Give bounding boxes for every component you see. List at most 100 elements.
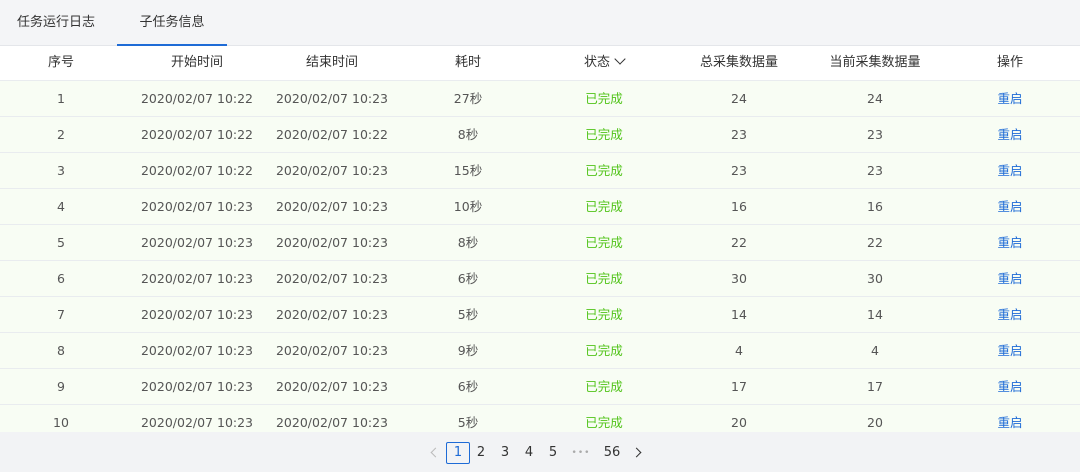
cell-duration: 8秒 — [457, 127, 479, 142]
header-duration: 耗时 — [454, 55, 481, 70]
cell-total-collected: 30 — [731, 271, 747, 286]
page-1[interactable]: 1 — [446, 442, 470, 464]
cell-total-collected: 14 — [731, 307, 747, 322]
cell-duration: 27秒 — [453, 91, 483, 106]
cell-start-time: 2020/02/07 10:22 — [140, 127, 254, 142]
page-last[interactable]: 56 — [599, 442, 625, 464]
restart-button[interactable]: 重启 — [970, 81, 1050, 116]
cell-current-collected: 14 — [867, 307, 883, 322]
cell-index: 9 — [57, 379, 65, 394]
cell-total-collected: 23 — [731, 163, 747, 178]
chevron-left-icon[interactable] — [430, 447, 441, 458]
restart-button[interactable]: 重启 — [970, 117, 1050, 152]
table-row: 2 2020/02/07 10:22 2020/02/07 10:22 8秒 已完成 23… — [0, 117, 1080, 153]
table-row: 5 2020/02/07 10:23 2020/02/07 10:23 8秒 已完成 22… — [0, 225, 1080, 261]
page-4[interactable]: 4 — [520, 442, 538, 464]
cell-status: 已完成 — [585, 307, 623, 322]
cell-index: 1 — [57, 91, 65, 106]
cell-duration: 15秒 — [453, 163, 483, 178]
page-2[interactable]: 2 — [472, 442, 490, 464]
cell-status: 已完成 — [585, 91, 623, 106]
table-row: 1 2020/02/07 10:22 2020/02/07 10:23 27秒 已完成 2… — [0, 81, 1080, 117]
cell-start-time: 2020/02/07 10:22 — [140, 91, 254, 106]
restart-button[interactable]: 重启 — [970, 369, 1050, 404]
pagination: 1 2 3 4 5 ••• 56 — [0, 432, 1080, 472]
cell-status: 已完成 — [585, 199, 623, 214]
header-status-label: 状态 — [583, 55, 610, 70]
tab-bar: 任务运行日志 子任务信息 — [0, 0, 1080, 46]
restart-button[interactable]: 重启 — [970, 297, 1050, 332]
cell-index: 7 — [57, 307, 65, 322]
header-current-collected: 当前采集数据量 — [829, 55, 921, 70]
cell-current-collected: 22 — [867, 235, 883, 250]
cell-status: 已完成 — [585, 163, 623, 178]
cell-current-collected: 23 — [867, 127, 883, 142]
header-end-time: 结束时间 — [305, 55, 358, 70]
header-start-time: 开始时间 — [170, 55, 223, 70]
restart-button[interactable]: 重启 — [970, 225, 1050, 260]
cell-end-time: 2020/02/07 10:22 — [275, 127, 389, 142]
page-3[interactable]: 3 — [496, 442, 514, 464]
cell-total-collected: 4 — [735, 343, 743, 358]
cell-start-time: 2020/02/07 10:23 — [140, 307, 254, 322]
table-header: 序号 开始时间 结束时间 耗时 状态 总采集数据量 当前采集数据量 操作 — [0, 46, 1080, 81]
cell-total-collected: 23 — [731, 127, 747, 142]
restart-button[interactable]: 重启 — [970, 333, 1050, 368]
cell-start-time: 2020/02/07 10:23 — [140, 271, 254, 286]
cell-duration: 6秒 — [457, 379, 479, 394]
cell-start-time: 2020/02/07 10:23 — [140, 343, 254, 358]
header-actions: 操作 — [996, 55, 1023, 70]
cell-status: 已完成 — [585, 343, 623, 358]
table-row: 6 2020/02/07 10:23 2020/02/07 10:23 6秒 已完成 30… — [0, 261, 1080, 297]
cell-current-collected: 16 — [867, 199, 883, 214]
cell-index: 6 — [57, 271, 65, 286]
cell-start-time: 2020/02/07 10:23 — [140, 235, 254, 250]
chevron-right-icon[interactable] — [631, 447, 642, 458]
cell-duration: 9秒 — [457, 343, 479, 358]
header-total-collected: 总采集数据量 — [699, 55, 778, 70]
cell-index: 2 — [57, 127, 65, 142]
table-row: 7 2020/02/07 10:23 2020/02/07 10:23 5秒 已完成 14… — [0, 297, 1080, 333]
cell-index: 5 — [57, 235, 65, 250]
restart-button[interactable]: 重启 — [970, 153, 1050, 188]
page-ellipsis[interactable]: ••• — [568, 442, 594, 464]
header-status-filter[interactable]: 状态 — [554, 46, 654, 80]
tab-task-run-log[interactable]: 任务运行日志 — [0, 0, 112, 45]
cell-index: 3 — [57, 163, 65, 178]
cell-end-time: 2020/02/07 10:23 — [275, 199, 389, 214]
table-row: 8 2020/02/07 10:23 2020/02/07 10:23 9秒 已完成 4 4… — [0, 333, 1080, 369]
subtask-table: 序号 开始时间 结束时间 耗时 状态 总采集数据量 当前采集数据量 操作 1 20… — [0, 46, 1080, 441]
cell-duration: 6秒 — [457, 271, 479, 286]
cell-end-time: 2020/02/07 10:23 — [275, 163, 389, 178]
cell-current-collected: 30 — [867, 271, 883, 286]
cell-end-time: 2020/02/07 10:23 — [275, 91, 389, 106]
table-row: 3 2020/02/07 10:22 2020/02/07 10:23 15秒 已完成 2… — [0, 153, 1080, 189]
cell-duration: 8秒 — [457, 235, 479, 250]
cell-current-collected: 24 — [867, 91, 883, 106]
cell-end-time: 2020/02/07 10:23 — [275, 235, 389, 250]
cell-duration: 5秒 — [457, 307, 479, 322]
cell-current-collected: 23 — [867, 163, 883, 178]
cell-status: 已完成 — [585, 127, 623, 142]
cell-current-collected: 17 — [867, 379, 883, 394]
page-5[interactable]: 5 — [544, 442, 562, 464]
table-row: 4 2020/02/07 10:23 2020/02/07 10:23 10秒 已完成 1… — [0, 189, 1080, 225]
cell-index: 8 — [57, 343, 65, 358]
cell-index: 4 — [57, 199, 65, 214]
cell-start-time: 2020/02/07 10:22 — [140, 163, 254, 178]
cell-end-time: 2020/02/07 10:23 — [275, 271, 389, 286]
cell-current-collected: 4 — [871, 343, 879, 358]
cell-status: 已完成 — [585, 379, 623, 394]
cell-status: 已完成 — [585, 271, 623, 286]
restart-button[interactable]: 重启 — [970, 189, 1050, 224]
cell-total-collected: 22 — [731, 235, 747, 250]
cell-start-time: 2020/02/07 10:23 — [140, 199, 254, 214]
cell-end-time: 2020/02/07 10:23 — [275, 379, 389, 394]
restart-button[interactable]: 重启 — [970, 261, 1050, 296]
chevron-down-icon — [614, 53, 626, 65]
cell-duration: 10秒 — [453, 199, 483, 214]
cell-start-time: 2020/02/07 10:23 — [140, 379, 254, 394]
cell-total-collected: 24 — [731, 91, 747, 106]
tab-subtask-info[interactable]: 子任务信息 — [117, 0, 227, 46]
cell-total-collected: 17 — [731, 379, 747, 394]
